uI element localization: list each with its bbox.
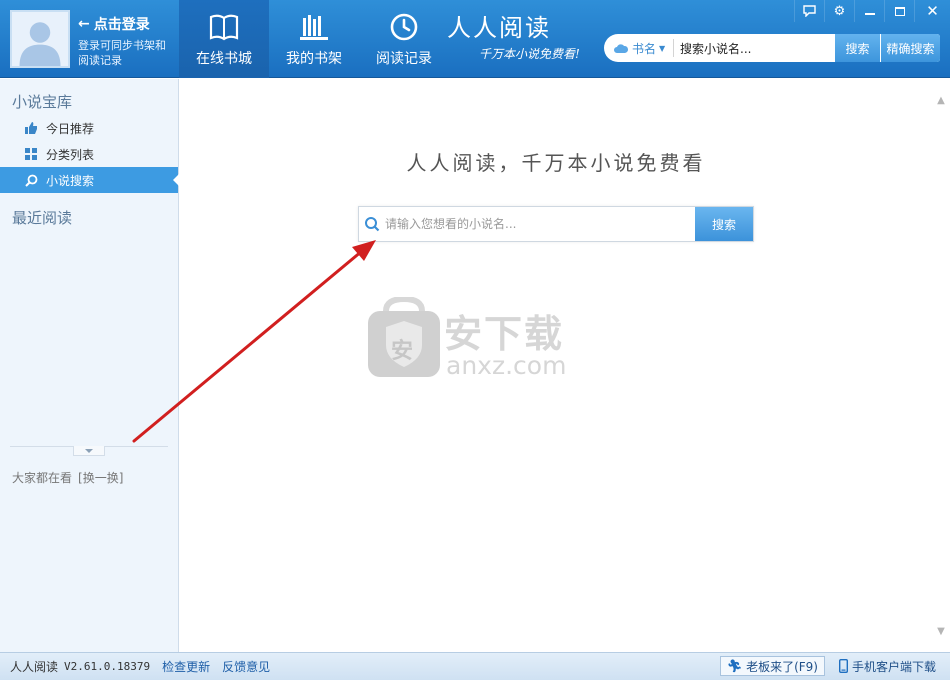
scroll-up-button[interactable]: ▲: [934, 93, 948, 107]
search-type-label: 书名: [632, 41, 657, 56]
chevron-down-icon: ▼: [659, 43, 666, 53]
bookshelf-icon: [300, 15, 328, 40]
section-title-recent-reading: 最近阅读: [12, 209, 73, 227]
feedback-link[interactable]: 反馈意见: [222, 658, 270, 675]
version-label: V2.61.0.18379: [64, 660, 151, 673]
header-search: 书名 ▼ 搜索 精确搜索: [604, 34, 940, 62]
section-title-library: 小说宝库: [12, 93, 73, 111]
novel-search-input[interactable]: [385, 208, 695, 240]
login-panel[interactable]: ← 点击登录 登录可同步书架和阅读记录: [78, 14, 172, 68]
brand-logo: 人人阅读 千万本小说免费看!: [447, 8, 580, 62]
watermark-logo-char: 安: [391, 339, 414, 364]
watermark-domain: anxz.com: [446, 351, 567, 380]
tab-label: 在线书城: [196, 51, 252, 67]
main-nav: 在线书城 我的书架 阅读记录: [179, 0, 449, 78]
mobile-download-button[interactable]: 手机客户端下载: [833, 656, 942, 676]
book-icon: [209, 14, 239, 41]
sidebar-item-label: 分类列表: [46, 147, 95, 162]
scroll-down-button[interactable]: ▼: [934, 624, 948, 638]
boss-key-button[interactable]: 🏃︎ 老板来了(F9): [719, 656, 825, 676]
search-type-dropdown[interactable]: 书名 ▼: [604, 39, 674, 57]
brand-title: 人人阅读: [447, 14, 551, 42]
precise-search-button[interactable]: 精确搜索: [880, 34, 940, 62]
check-update-link[interactable]: 检查更新: [162, 658, 210, 675]
sidebar-item-novel-search[interactable]: 小说搜索: [0, 167, 179, 193]
popular-label: 大家都在看: [12, 471, 73, 485]
main-slogan: 人人阅读，千万本小说免费看: [406, 151, 706, 175]
feedback-icon: [803, 5, 816, 17]
title-bar: ← 点击登录 登录可同步书架和阅读记录 在线书城 我的书架 阅读记录 人人阅读 …: [0, 0, 950, 78]
login-subtitle: 登录可同步书架和阅读记录: [78, 39, 166, 67]
status-right: 🏃︎ 老板来了(F9) 手机客户端下载: [719, 656, 942, 676]
settings-button[interactable]: ⚙: [824, 0, 854, 22]
tab-my-bookshelf[interactable]: 我的书架: [269, 0, 359, 78]
minimize-icon: [864, 13, 875, 15]
tab-label: 阅读记录: [376, 51, 432, 67]
running-man-icon: 🏃︎: [726, 659, 743, 673]
sidebar-item-today-recommend[interactable]: 今日推荐: [0, 115, 178, 141]
sidebar-item-category-list[interactable]: 分类列表: [0, 141, 178, 167]
header-search-input[interactable]: [674, 36, 834, 60]
sidebar-item-label: 今日推荐: [46, 121, 95, 136]
avatar[interactable]: [10, 10, 70, 68]
close-icon: ✕: [926, 2, 939, 20]
thumbs-up-icon: [24, 121, 38, 135]
status-bar: 人人阅读 V2.61.0.18379 检查更新 反馈意见 🏃︎ 老板来了(F9)…: [0, 652, 950, 680]
boss-key-label: 老板来了(F9): [746, 659, 818, 674]
cloud-icon: [614, 43, 629, 53]
chevron-down-icon: ▼: [937, 625, 945, 637]
header-search-button[interactable]: 搜索: [834, 34, 880, 62]
arrow-left-icon: ←: [78, 16, 90, 32]
close-button[interactable]: ✕: [914, 0, 950, 22]
phone-icon: [838, 659, 848, 673]
popular-section: 大家都在看 [换一换]: [12, 469, 123, 486]
watermark-text: 安下载: [444, 312, 565, 356]
watermark-logo: 安 安下载 anxz.com: [366, 297, 586, 383]
user-silhouette-icon: [12, 12, 68, 66]
maximize-button[interactable]: [884, 0, 914, 22]
tab-label: 我的书架: [286, 51, 342, 67]
sidebar: 小说宝库 今日推荐 分类列表 小说搜索 最近阅读 大家都在看 [换一换]: [0, 79, 179, 652]
app-name: 人人阅读: [10, 660, 59, 674]
feedback-button[interactable]: [794, 0, 824, 22]
main-search-button[interactable]: 搜索: [695, 207, 753, 241]
tab-online-bookstore[interactable]: 在线书城: [179, 0, 269, 78]
settings-icon: ⚙: [833, 3, 846, 19]
mobile-download-label: 手机客户端下载: [851, 659, 936, 674]
collapse-toggle[interactable]: [73, 446, 105, 456]
tab-reading-history[interactable]: 阅读记录: [359, 0, 449, 78]
chevron-up-icon: ▲: [937, 94, 945, 106]
maximize-icon: [894, 6, 905, 16]
minimize-button[interactable]: [854, 0, 884, 22]
login-title[interactable]: 点击登录: [94, 14, 150, 34]
search-icon: [359, 207, 385, 241]
window-controls: ⚙ ✕: [794, 0, 950, 22]
main-content: 人人阅读，千万本小说免费看 搜索 安 安下载 anxz.com ▲ ▼: [180, 79, 950, 652]
clock-icon: [390, 13, 418, 41]
grid-icon: [24, 147, 38, 161]
brand-slogan: 千万本小说免费看!: [479, 47, 580, 61]
sidebar-item-label: 小说搜索: [46, 173, 95, 188]
chevron-down-icon: [85, 448, 93, 453]
main-search-box: 搜索: [358, 206, 754, 242]
switch-batch-link[interactable]: [换一换]: [78, 469, 123, 486]
search-icon: [24, 173, 38, 187]
